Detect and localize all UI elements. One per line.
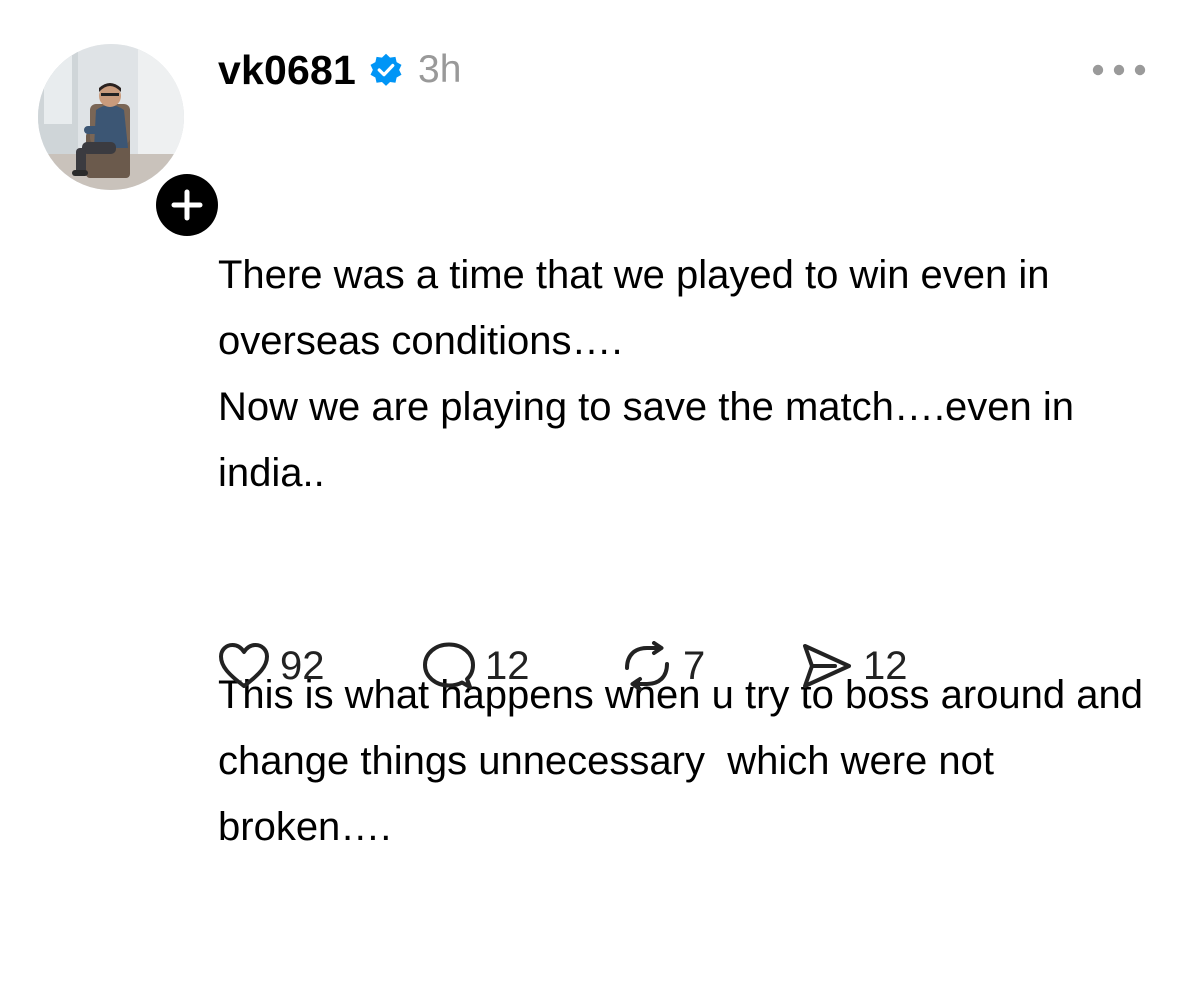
post-timestamp: 3h [418,48,462,91]
repost-count: 7 [683,644,706,688]
avatar-container[interactable] [38,44,226,244]
more-dots-icon[interactable] [1088,58,1150,82]
post-header: vk0681 3h [218,44,461,96]
verified-badge-icon [370,53,402,86]
plus-icon [171,189,203,221]
share-count: 12 [863,644,908,688]
follow-badge-circle [156,174,218,236]
avatar[interactable] [38,44,184,190]
post-actions: 92 12 7 12 [218,636,961,696]
reply-count: 12 [485,644,530,688]
like-button[interactable]: 92 [218,636,423,696]
post-card: vk0681 3h There was a time that we playe… [0,0,1200,849]
repost-button[interactable]: 7 [621,636,801,696]
heart-icon [219,643,269,688]
reply-button[interactable]: 12 [423,636,621,696]
share-button[interactable]: 12 [801,636,961,696]
repost-arrows-icon [625,641,669,691]
username[interactable]: vk0681 [218,44,356,96]
post-paragraph: There was a time that we played to win e… [218,253,1074,495]
send-icon [803,644,851,688]
like-count: 92 [280,644,325,688]
speech-bubble-icon [423,642,475,689]
post-body: There was a time that we played to win e… [218,110,1178,992]
follow-button[interactable] [148,166,226,244]
